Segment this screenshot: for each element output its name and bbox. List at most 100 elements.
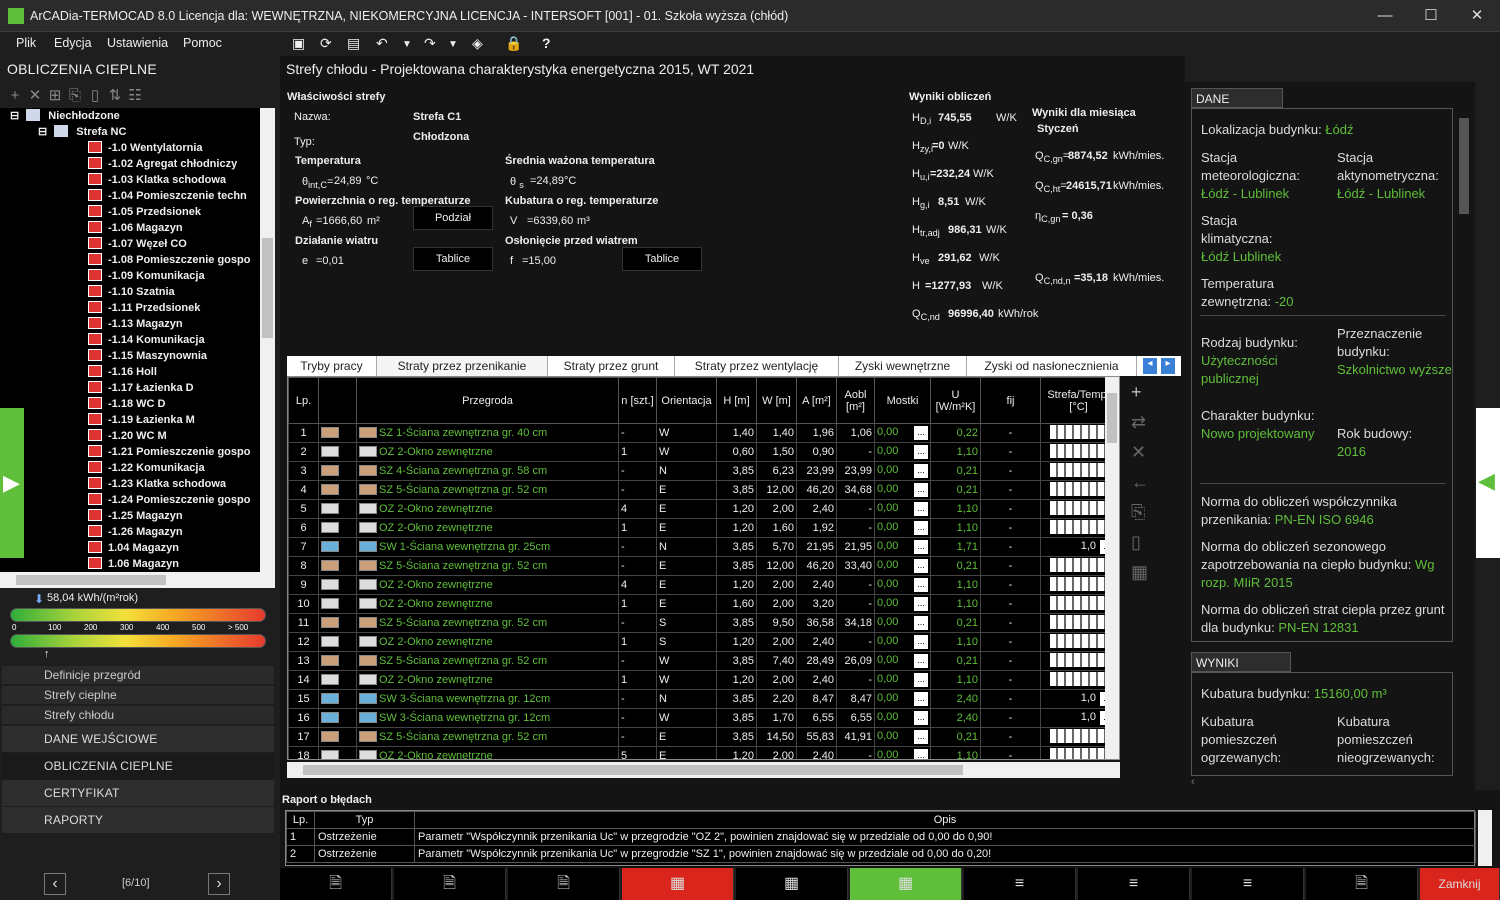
zone-name-value[interactable]: Strefa C1 [413, 111, 461, 123]
table-row[interactable]: 6 OZ 2-Okno zewnętrzne 1 E 1,20 1,60 1,92-0,00… [288, 518, 1117, 538]
tree-node-zone[interactable]: ⊟ Strefa NC [38, 124, 126, 140]
partition-cell[interactable]: SW 3-Ściana wewnętrzna gr. 12cm [356, 708, 619, 728]
bridges-cell[interactable]: 0,00... [874, 556, 931, 576]
tree-room-item[interactable]: -1.05 Przedsionek [88, 204, 201, 220]
bridges-cell[interactable]: 0,00... [874, 689, 931, 709]
tree-room-item[interactable]: -1.16 Holl [88, 364, 157, 380]
bridges-cell[interactable]: 0,00... [874, 670, 931, 690]
add-row-icon[interactable]: + [1131, 382, 1142, 403]
bridges-cell[interactable]: 0,00... [874, 651, 931, 671]
nav-definicje-przegrod[interactable]: Definicje przegród [2, 666, 274, 684]
partition-cell[interactable]: SZ 5-Ściana zewnętrzna gr. 52 cm [356, 727, 619, 747]
partition-cell[interactable]: SZ 5-Ściana zewnętrzna gr. 52 cm [356, 651, 619, 671]
column-header[interactable]: Aobl [m²] [836, 377, 875, 424]
column-header[interactable]: Mostki [874, 377, 931, 424]
tree-horizontal-scrollbar[interactable] [0, 572, 275, 588]
delete-row-icon[interactable]: ✕ [1131, 442, 1146, 463]
cell-n[interactable]: 1 [618, 632, 657, 652]
table-row[interactable]: 15 SW 3-Ściana wewnętrzna gr. 12cm - N 3,85 2… [288, 689, 1117, 709]
cell-n[interactable]: - [618, 689, 657, 709]
bridges-cell[interactable]: 0,00... [874, 499, 931, 519]
partition-cell[interactable]: SZ 4-Ściana zewnętrzna gr. 58 cm [356, 461, 619, 481]
cell-n[interactable]: - [618, 651, 657, 671]
table-row[interactable]: 11 SZ 5-Ściana zewnętrzna gr. 52 cm - S 3,85… [288, 613, 1117, 633]
column-header[interactable]: fij [980, 377, 1041, 424]
bridges-edit-button[interactable]: ... [914, 540, 928, 554]
tree-room-item[interactable]: -1.25 Magazyn [88, 508, 183, 524]
table-row[interactable]: 8 SZ 5-Ściana zewnętrzna gr. 52 cm - E 3,85 1… [288, 556, 1117, 576]
layers-icon[interactable]: ◈ [472, 35, 483, 52]
calculator-icon[interactable]: ▦ [1131, 562, 1148, 583]
bridges-cell[interactable]: 0,00... [874, 480, 931, 500]
bridges-cell[interactable]: 0,00... [874, 746, 931, 759]
cell-n[interactable]: 4 [618, 575, 657, 595]
podzial-button[interactable]: Podział [413, 206, 493, 230]
nav-dane-wejsciowe[interactable]: DANE WEJŚCIOWE [2, 726, 274, 752]
redo-icon[interactable]: ↷ [424, 35, 436, 52]
tree-room-item[interactable]: -1.23 Klatka schodowa [88, 476, 226, 492]
close-window-button[interactable]: ✕ [1454, 0, 1500, 32]
bridges-edit-button[interactable]: ... [914, 616, 928, 630]
report-button-1-icon[interactable]: 🗎 [280, 868, 392, 900]
add-group-icon[interactable]: ⊞ [45, 86, 65, 104]
tree-node-root[interactable]: ⊟ Niechłodzone [10, 108, 120, 124]
partition-cell[interactable]: OZ 2-Okno zewnętrzne [356, 670, 619, 690]
menu-edycja[interactable]: Edycja [54, 36, 92, 50]
lock-icon[interactable]: 🔒 [505, 35, 522, 52]
cell-n[interactable]: 4 [618, 499, 657, 519]
table-row[interactable]: 4 SZ 5-Ściana zewnętrzna gr. 52 cm - E 3,85 1… [288, 480, 1117, 500]
menu-ustawienia[interactable]: Ustawienia [107, 36, 168, 50]
month-value[interactable]: Styczeń [1037, 123, 1079, 135]
tree-room-item[interactable]: -1.14 Komunikacja [88, 332, 205, 348]
cell-n[interactable]: 5 [618, 746, 657, 759]
table-row[interactable]: 1 SZ 1-Ściana zewnętrzna gr. 40 cm - W 1,40 1… [288, 423, 1117, 443]
collapse-left-panel-handle[interactable]: ▶ [0, 408, 24, 558]
error-row[interactable]: 2 Ostrzeżenie Parametr "Współczynnik prz… [286, 845, 1476, 863]
column-header[interactable]: H [m] [716, 377, 757, 424]
nav-certyfikat[interactable]: CERTYFIKAT [2, 780, 274, 806]
tree-room-item[interactable]: -1.07 Węzeł CO [88, 236, 187, 252]
tree-vertical-scrollbar[interactable] [260, 108, 275, 572]
partition-cell[interactable]: OZ 2-Okno zewnętrzne [356, 632, 619, 652]
insert-row-icon[interactable]: ⇄ [1131, 412, 1146, 433]
bridges-cell[interactable]: 0,00... [874, 594, 931, 614]
delete-icon[interactable]: ✕ [25, 86, 45, 104]
copy-row-icon[interactable]: ⎘ [1131, 502, 1145, 523]
document-icon[interactable]: ▤ [347, 35, 360, 52]
cell-n[interactable]: 1 [618, 670, 657, 690]
bridges-edit-button[interactable]: ... [914, 692, 928, 706]
tab-zyski-wewnetrzne[interactable]: Zyski wewnętrzne [839, 356, 967, 376]
temperature-value[interactable]: 24,89 [334, 175, 362, 187]
bridges-cell[interactable]: 0,00... [874, 575, 931, 595]
bridges-edit-button[interactable]: ... [914, 559, 928, 573]
tree-room-item[interactable]: -1.03 Klatka schodowa [88, 172, 226, 188]
tree-room-item[interactable]: -1.22 Komunikacja [88, 460, 205, 476]
column-header[interactable]: n [szt.] [618, 377, 657, 424]
tab-scroll-left-icon[interactable]: ◂ [1143, 358, 1157, 374]
tree-room-item[interactable]: -1.18 WC D [88, 396, 165, 412]
partition-cell[interactable]: OZ 2-Okno zewnętrzne [356, 746, 619, 759]
table-row[interactable]: 5 OZ 2-Okno zewnętrzne 4 E 1,20 2,00 2,40-0,00… [288, 499, 1117, 519]
partition-cell[interactable]: OZ 2-Okno zewnętrzne [356, 499, 619, 519]
cell-n[interactable]: 1 [618, 594, 657, 614]
tree-room-item[interactable]: -1.24 Pomieszczenie gospo [88, 492, 250, 508]
tree-room-item[interactable]: -1.20 WC M [88, 428, 167, 444]
report-button-2-icon[interactable]: 🗎 [394, 868, 506, 900]
minimize-button[interactable]: — [1362, 0, 1408, 32]
bridges-edit-button[interactable]: ... [914, 635, 928, 649]
nav-obliczenia-cieplne[interactable]: OBLICZENIA CIEPLNE [2, 753, 274, 779]
column-header[interactable]: Orientacja [656, 377, 717, 424]
tree-room-item[interactable]: 1.04 Magazyn [88, 540, 179, 556]
menu-plik[interactable]: Plik [16, 36, 36, 50]
table-row[interactable]: 9 OZ 2-Okno zewnętrzne 4 E 1,20 2,00 2,40-0,00… [288, 575, 1117, 595]
partition-cell[interactable]: SZ 5-Ściana zewnętrzna gr. 52 cm [356, 480, 619, 500]
refresh-icon[interactable]: ⟳ [320, 35, 332, 52]
shield-tables-button[interactable]: Tablice [622, 247, 702, 271]
error-scrollbar[interactable] [1478, 810, 1492, 866]
room-tree[interactable]: ⊟ Niechłodzone ⊟ Strefa NC -1.0 Wentylat… [0, 108, 260, 572]
table-red-icon[interactable]: ▦ [622, 868, 734, 900]
error-row[interactable]: 1 Ostrzeżenie Parametr "Współczynnik prz… [286, 828, 1476, 846]
bridges-cell[interactable]: 0,00... [874, 613, 931, 633]
tab-straty-grunt[interactable]: Straty przez grunt [548, 356, 675, 376]
table-vertical-scrollbar[interactable] [1105, 377, 1119, 759]
